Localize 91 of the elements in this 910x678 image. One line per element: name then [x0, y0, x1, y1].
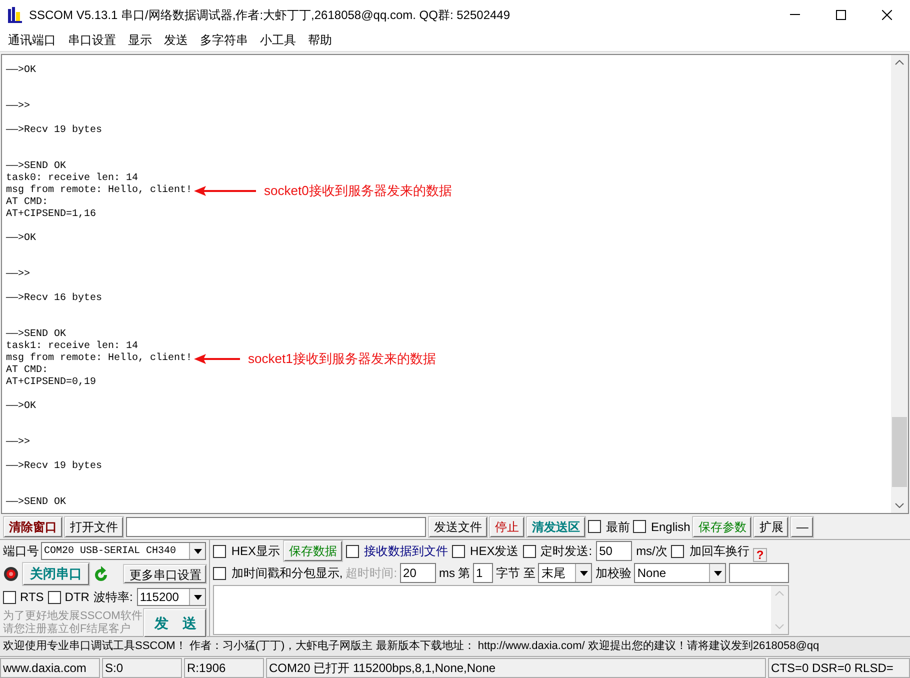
checkbox-label: 最前: [606, 518, 630, 536]
dropdown-button[interactable]: [189, 589, 206, 606]
menu-item[interactable]: 显示: [122, 31, 158, 50]
input-field[interactable]: [126, 516, 426, 537]
annotation-text: socket1接收到服务器发来的数据: [248, 352, 436, 365]
log-text: AT CMD: AT+CIPSEND=0,19 ——>OK ——>> ——>Recv 19 bytes ——>SEND OK: [6, 364, 102, 509]
close-icon: [882, 10, 892, 20]
caret-icon: [194, 548, 202, 554]
minimize-icon: [790, 14, 800, 16]
rts-label: RTS: [20, 589, 44, 606]
arrow-icon: [194, 186, 256, 196]
toolbar-button[interactable]: 扩展: [754, 516, 788, 537]
close-port-button[interactable]: 关闭串口: [23, 563, 89, 586]
option-label: 第: [458, 565, 470, 582]
arrow-icon: [194, 354, 240, 364]
input-field[interactable]: 50: [596, 541, 632, 562]
toolbar-button[interactable]: 保存数据: [284, 541, 342, 562]
caret-icon: [714, 570, 722, 576]
caret-icon: [194, 594, 202, 600]
dropdown-button[interactable]: [575, 564, 592, 582]
toolbar-button[interactable]: 清除窗口: [4, 516, 62, 537]
toolbar-button[interactable]: 打开文件: [65, 516, 123, 537]
checkbox[interactable]: [452, 544, 466, 558]
caret-icon: [580, 570, 588, 576]
status-cell: S:0: [102, 658, 182, 678]
checkbox-label: 加时间戳和分包显示,: [231, 565, 343, 582]
option-label: 超时时间:: [346, 565, 398, 582]
dtr-label: DTR: [64, 589, 90, 606]
checkbox[interactable]: [522, 544, 536, 558]
toolbar-button[interactable]: 清发送区: [527, 516, 585, 537]
toolbar-button[interactable]: 发送文件: [429, 516, 487, 537]
checkbox-label: 定时发送:: [540, 543, 592, 560]
toolbar-button[interactable]: 保存参数: [693, 516, 752, 537]
select-field[interactable]: 末尾: [538, 563, 592, 584]
dropdown-button[interactable]: [189, 543, 206, 560]
option-label: 字节 至: [496, 565, 536, 582]
toolbar-button[interactable]: 停止: [490, 516, 524, 537]
checkbox-label: 加回车换行: [689, 543, 750, 560]
promo-text: 为了更好地发展SSCOM软件: [3, 610, 142, 622]
input-field[interactable]: 20: [400, 563, 436, 584]
option-label: ms: [439, 565, 456, 582]
checkbox[interactable]: [3, 590, 16, 604]
maximize-icon: [836, 10, 846, 20]
send-button[interactable]: 发 送: [144, 609, 206, 638]
scroll-up-icon: [775, 591, 784, 596]
option-label: 加校验: [595, 565, 632, 582]
scroll-down-icon: [775, 624, 784, 630]
input-field[interactable]: [729, 563, 790, 584]
checkbox[interactable]: [633, 520, 646, 534]
checkbox[interactable]: [213, 566, 226, 580]
status-cell: www.daxia.com: [0, 658, 100, 678]
menu-item[interactable]: 帮助: [302, 31, 338, 50]
status-cell: COM20 已打开 115200bps,8,1,None,None: [266, 658, 766, 678]
log-text: msg from remote: Hello, client!: [6, 184, 192, 197]
input-field[interactable]: 1: [473, 563, 494, 584]
port-select[interactable]: COM20 USB-SERIAL CH340: [41, 542, 206, 560]
log-text: msg from remote: Hello, client!: [6, 352, 192, 365]
select-field[interactable]: None: [634, 563, 726, 584]
help-button[interactable]: ?: [753, 548, 767, 562]
more-settings-button[interactable]: 更多串口设置: [124, 565, 206, 584]
toolbar-button[interactable]: —: [791, 516, 814, 537]
checkbox[interactable]: [671, 544, 684, 558]
menu-item[interactable]: 多字符串: [194, 31, 254, 50]
checkbox[interactable]: [213, 544, 226, 558]
menu-item[interactable]: 通讯端口: [2, 31, 62, 50]
checkbox[interactable]: [588, 520, 601, 534]
checkbox-label: HEX发送: [470, 543, 519, 560]
scroll-down-icon: [895, 503, 904, 508]
checkbox-label: English: [651, 518, 690, 536]
option-label: ms/次: [636, 543, 668, 560]
port-label: 端口号: [3, 543, 39, 560]
menu-item[interactable]: 发送: [158, 31, 194, 50]
annotation-text: socket0接收到服务器发来的数据: [264, 184, 452, 197]
scroll-up-icon: [895, 60, 904, 65]
checkbox[interactable]: [346, 544, 360, 558]
baud-label: 波特率:: [93, 589, 133, 606]
scroll-thumb[interactable]: [892, 417, 907, 488]
app-logo-icon: [7, 6, 23, 24]
promo-text: 请您注册嘉立创F结尾客户: [3, 623, 132, 636]
menu-item[interactable]: 小工具: [254, 31, 302, 50]
baud-select[interactable]: 115200: [136, 588, 206, 606]
window-title: SSCOM V5.13.1 串口/网络数据调试器,作者:大虾丁丁,2618058@qq.com. QQ群: 52502449: [29, 6, 510, 24]
status-cell: R:1906: [184, 658, 264, 678]
refresh-icon: [93, 565, 109, 584]
checkbox-label: HEX显示: [231, 543, 280, 560]
checkbox[interactable]: [48, 590, 61, 604]
menu-item[interactable]: 串口设置: [62, 31, 122, 50]
checkbox-label: 接收数据到文件: [364, 543, 448, 560]
dropdown-button[interactable]: [709, 564, 726, 582]
status-cell: CTS=0 DSR=0 RLSD=: [768, 658, 910, 678]
marquee-text: 欢迎使用专业串口调试工具SSCOM！ 作者：习小猛(丁丁)，大虾电子网版主 最新版本下载地址： http://www.daxia.com/ 欢迎提出您的建议！请将建议发到2618058@qq: [3, 638, 820, 654]
